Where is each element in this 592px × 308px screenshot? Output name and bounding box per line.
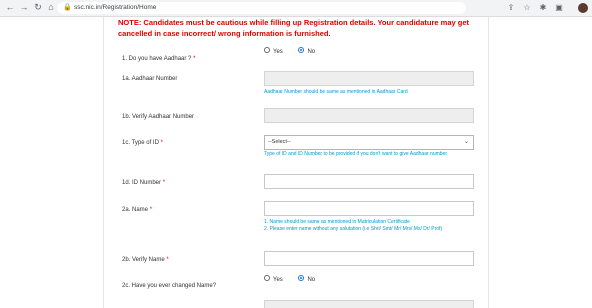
aadhaar-number-input[interactable] <box>264 71 474 86</box>
profile-avatar[interactable] <box>578 3 588 13</box>
radio-icon[interactable] <box>264 275 270 282</box>
forward-icon[interactable]: → <box>19 2 29 13</box>
type-of-id-selected: --Select-- <box>268 139 291 145</box>
aadhaar-radio-group: Yes No <box>264 47 329 56</box>
aadhaar-no-option[interactable]: No <box>298 47 315 56</box>
side-panel-icon[interactable]: ▣ <box>554 2 564 13</box>
changed-name-label: 2c. Have you ever changed Name? <box>122 283 217 289</box>
changed-name-yes-option[interactable]: Yes <box>264 275 283 284</box>
lock-icon: 🔒 <box>63 4 72 11</box>
radio-checked-icon[interactable] <box>298 275 305 282</box>
name-label: 2a. Name * <box>122 207 153 213</box>
registration-notice: NOTE: Candidates must be cautious while … <box>118 18 470 38</box>
aadhaar-number-hint: Aadhaar Number should be same as mention… <box>264 89 408 95</box>
extensions-icon[interactable]: ✱ <box>538 2 548 13</box>
share-icon[interactable]: ⇪ <box>506 2 516 13</box>
id-number-label: 1d. ID Number * <box>122 180 166 186</box>
verify-aadhaar-input[interactable] <box>264 108 474 123</box>
browser-toolbar: ← → ↻ ⌂ 🔒 ssc.nic.in/Registration/Home ⇪… <box>0 0 592 17</box>
url-text: ssc.nic.in/Registration/Home <box>74 4 157 11</box>
verify-name-label: 2b. Verify Name * <box>122 257 169 263</box>
bookmark-star-icon[interactable]: ☆ <box>522 2 532 13</box>
radio-icon[interactable] <box>264 47 270 54</box>
type-of-id-label: 1c. Type of ID * <box>122 140 163 146</box>
name-hint-1: 1. Name should be same as mentioned in M… <box>264 219 410 225</box>
changed-name-radio-group: Yes No <box>264 275 329 284</box>
id-number-input[interactable] <box>264 174 474 189</box>
right-column-border <box>488 17 489 308</box>
name-input[interactable] <box>264 201 474 216</box>
back-icon[interactable]: ← <box>5 2 15 13</box>
address-bar[interactable]: 🔒 ssc.nic.in/Registration/Home <box>57 2 466 14</box>
radio-checked-icon[interactable] <box>298 47 305 54</box>
name-hint-2: 2. Please enter name without any salutat… <box>264 226 443 232</box>
type-of-id-hint: Type of ID and ID Number to be provided … <box>264 151 448 157</box>
aadhaar-number-label: 1a. Aadhaar Number <box>122 76 178 82</box>
changed-name-no-option[interactable]: No <box>298 275 315 284</box>
aadhaar-question-label: 1. Do you have Aadhaar ? * <box>122 56 196 62</box>
verify-aadhaar-label: 1b. Verify Aadhaar Number <box>122 114 195 120</box>
left-column-border <box>103 17 104 308</box>
home-icon[interactable]: ⌂ <box>46 2 56 13</box>
reload-icon[interactable]: ↻ <box>33 2 43 13</box>
verify-name-input[interactable] <box>264 251 474 266</box>
aadhaar-yes-option[interactable]: Yes <box>264 47 283 56</box>
type-of-id-select[interactable]: --Select-- ⌄ <box>264 135 474 150</box>
next-field-input[interactable] <box>264 300 474 308</box>
chevron-down-icon: ⌄ <box>463 139 469 145</box>
